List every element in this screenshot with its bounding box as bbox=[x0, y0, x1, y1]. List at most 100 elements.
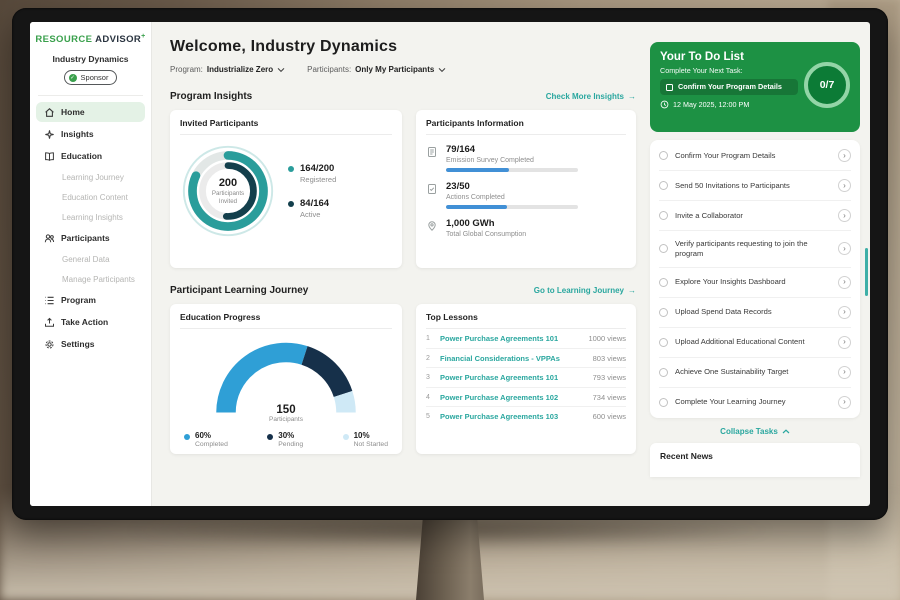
arrow-right-icon: → bbox=[628, 286, 636, 295]
location-icon bbox=[426, 220, 438, 232]
card-title: Education Progress bbox=[180, 312, 392, 329]
background: RESOURCE ADVISOR+ Industry Dynamics ✓ Sp… bbox=[0, 0, 900, 600]
divider bbox=[38, 95, 143, 96]
chevron-right-icon[interactable]: › bbox=[838, 396, 851, 409]
gauge-legend: 60% Completed 30% Pending 10% bbox=[180, 431, 392, 448]
invited-donut-chart: 200 Participants Invited bbox=[180, 143, 276, 239]
scrollbar-thumb[interactable] bbox=[865, 248, 868, 296]
sidebar-item-learning-journey[interactable]: Learning Journey bbox=[36, 168, 145, 186]
sidebar-item-take-action[interactable]: Take Action bbox=[36, 312, 145, 332]
section-title: Participant Learning Journey bbox=[170, 285, 308, 296]
checkbox-icon[interactable] bbox=[659, 244, 668, 253]
legend-registered: 164/200 Registered bbox=[288, 163, 336, 184]
sidebar-item-participants[interactable]: Participants bbox=[36, 228, 145, 248]
sidebar-item-home[interactable]: Home bbox=[36, 102, 145, 122]
go-to-learning-journey-link[interactable]: Go to Learning Journey → bbox=[534, 286, 636, 295]
checkbox-icon[interactable] bbox=[659, 151, 668, 160]
sidebar-item-settings[interactable]: Settings bbox=[36, 334, 145, 354]
chevron-down-icon bbox=[277, 67, 285, 73]
participants-filter: Participants: Only My Participants bbox=[307, 65, 446, 74]
card-title: Top Lessons bbox=[426, 312, 626, 329]
sponsor-badge: ✓ Sponsor bbox=[64, 70, 118, 85]
card-title: Participants Information bbox=[426, 118, 626, 135]
legend-pending: 30% Pending bbox=[267, 431, 303, 448]
legend-not-started: 10% Not Started bbox=[343, 431, 388, 448]
chevron-right-icon[interactable]: › bbox=[838, 149, 851, 162]
clock-icon bbox=[660, 100, 669, 109]
card-invited-participants: Invited Participants bbox=[170, 110, 402, 268]
todo-title: Your To Do List bbox=[660, 51, 850, 63]
lesson-row: 3 Power Purchase Agreements 101 793 view… bbox=[426, 368, 626, 388]
sidebar-item-education-content[interactable]: Education Content bbox=[36, 188, 145, 206]
task-row: Invite a Collaborator › bbox=[659, 201, 851, 231]
monitor-stand bbox=[416, 518, 484, 600]
lesson-link[interactable]: Power Purchase Agreements 103 bbox=[440, 412, 587, 421]
task-row: Complete Your Learning Journey › bbox=[659, 388, 851, 417]
lesson-row: 1 Power Purchase Agreements 101 1000 vie… bbox=[426, 329, 626, 349]
lesson-row: 2 Financial Considerations - VPPAs 803 v… bbox=[426, 349, 626, 369]
checkbox-icon[interactable] bbox=[659, 368, 668, 377]
chevron-right-icon[interactable]: › bbox=[838, 242, 851, 255]
checkbox-icon[interactable] bbox=[659, 181, 668, 190]
chevron-right-icon[interactable]: › bbox=[838, 336, 851, 349]
task-row: Upload Additional Educational Content › bbox=[659, 328, 851, 358]
checkbox-icon[interactable] bbox=[659, 338, 668, 347]
program-icon bbox=[44, 295, 55, 306]
chevron-up-icon bbox=[782, 429, 790, 434]
sidebar: RESOURCE ADVISOR+ Industry Dynamics ✓ Sp… bbox=[30, 22, 152, 506]
todo-summary-card: Your To Do List Complete Your Next Task:… bbox=[650, 42, 860, 132]
checklist-icon bbox=[426, 183, 438, 195]
sidebar-item-manage-participants[interactable]: Manage Participants bbox=[36, 270, 145, 288]
chevron-right-icon[interactable]: › bbox=[838, 179, 851, 192]
monitor-bezel: RESOURCE ADVISOR+ Industry Dynamics ✓ Sp… bbox=[12, 8, 888, 520]
card-top-lessons: Top Lessons 1 Power Purchase Agreements … bbox=[416, 304, 636, 454]
collapse-tasks-link[interactable]: Collapse Tasks bbox=[650, 427, 860, 436]
program-insights-header: Program Insights Check More Insights → bbox=[170, 91, 636, 102]
lesson-link[interactable]: Power Purchase Agreements 102 bbox=[440, 393, 587, 402]
task-row: Explore Your Insights Dashboard › bbox=[659, 268, 851, 298]
participants-select[interactable]: Only My Participants bbox=[355, 65, 446, 74]
actions-progress-bar bbox=[446, 205, 578, 209]
next-task[interactable]: Confirm Your Program Details bbox=[660, 79, 798, 95]
card-title: Invited Participants bbox=[180, 118, 392, 135]
participants-icon bbox=[44, 233, 55, 244]
check-more-insights-link[interactable]: Check More Insights → bbox=[546, 92, 636, 101]
section-title: Program Insights bbox=[170, 91, 252, 102]
checkbox-icon[interactable] bbox=[659, 278, 668, 287]
todo-progress-ring: 0/7 bbox=[804, 62, 850, 108]
task-list: Confirm Your Program Details › Send 50 I… bbox=[650, 140, 860, 418]
organization-name: Industry Dynamics bbox=[30, 54, 151, 64]
checkbox-icon[interactable] bbox=[659, 398, 668, 407]
lesson-link[interactable]: Financial Considerations - VPPAs bbox=[440, 354, 587, 363]
todo-panel: Your To Do List Complete Your Next Task:… bbox=[650, 22, 870, 506]
program-select[interactable]: Industrialize Zero bbox=[207, 65, 285, 74]
checkbox-icon[interactable] bbox=[659, 211, 668, 220]
checkbox-icon[interactable] bbox=[666, 84, 673, 91]
learning-cards-row: Education Progress 150 Participants bbox=[170, 304, 636, 454]
sidebar-item-program[interactable]: Program bbox=[36, 290, 145, 310]
sidebar-item-general-data[interactable]: General Data bbox=[36, 250, 145, 268]
task-row: Send 50 Invitations to Participants › bbox=[659, 171, 851, 201]
app-window: RESOURCE ADVISOR+ Industry Dynamics ✓ Sp… bbox=[30, 22, 870, 506]
education-icon bbox=[44, 151, 55, 162]
program-filter: Program: Industrialize Zero bbox=[170, 65, 285, 74]
sponsor-icon: ✓ bbox=[69, 74, 77, 82]
sidebar-item-learning-insights[interactable]: Learning Insights bbox=[36, 208, 145, 226]
chevron-right-icon[interactable]: › bbox=[838, 209, 851, 222]
stat-global-consumption: 1,000 GWh Total Global Consumption bbox=[426, 218, 626, 242]
education-gauge-chart: 150 Participants bbox=[211, 339, 361, 423]
task-row: Verify participants requesting to join t… bbox=[659, 231, 851, 268]
checkbox-icon[interactable] bbox=[659, 308, 668, 317]
recent-news-header[interactable]: Recent News bbox=[650, 443, 860, 477]
chevron-right-icon[interactable]: › bbox=[838, 306, 851, 319]
chevron-right-icon[interactable]: › bbox=[838, 366, 851, 379]
insights-cards-row: Invited Participants bbox=[170, 110, 636, 268]
sidebar-item-education[interactable]: Education bbox=[36, 146, 145, 166]
lesson-link[interactable]: Power Purchase Agreements 101 bbox=[440, 373, 587, 382]
lesson-link[interactable]: Power Purchase Agreements 101 bbox=[440, 334, 582, 343]
insights-icon bbox=[44, 129, 55, 140]
chevron-right-icon[interactable]: › bbox=[838, 276, 851, 289]
home-icon bbox=[44, 107, 55, 118]
lesson-row: 5 Power Purchase Agreements 103 600 view… bbox=[426, 407, 626, 426]
sidebar-item-insights[interactable]: Insights bbox=[36, 124, 145, 144]
